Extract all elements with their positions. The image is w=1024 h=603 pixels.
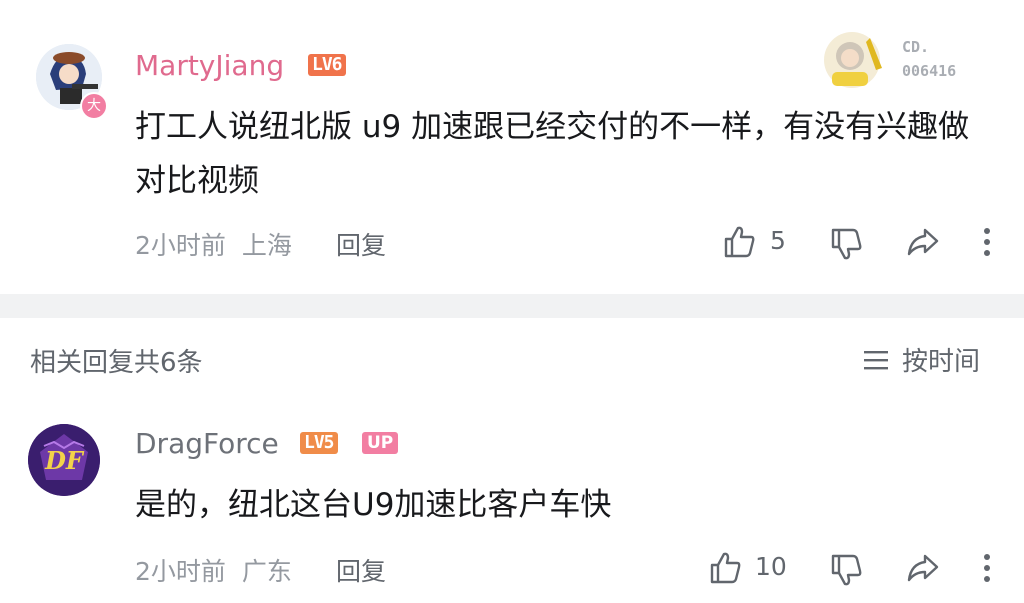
reply-share-icon[interactable] [905,550,941,586]
comment-username[interactable]: MartyJiang [135,50,284,82]
comment-time: 2小时前 上海 [135,226,292,262]
share-icon[interactable] [905,224,941,260]
reply-like-icon[interactable] [708,550,744,586]
up-tag: UP [362,432,399,454]
comment-text: 打工人说纽北版 u9 加速跟已经交付的不一样，有没有兴趣做对比视频 [135,109,970,199]
comment-location: 上海 [241,231,292,260]
like-icon[interactable] [722,224,758,260]
fan-badge[interactable]: CD. 006416 [820,28,980,90]
sort-label: 按时间 [902,347,981,377]
level-badge: LV6 [308,54,346,76]
reply-time: 2小时前 广东 [135,552,292,588]
more-icon[interactable] [980,226,994,258]
sort-icon [864,351,888,370]
reply-timestamp: 2小时前 [135,557,226,586]
like-count: 5 [770,226,786,255]
reply-level-badge: LV5 [300,432,338,454]
avatar-badge: 大 [80,92,108,120]
reply-username[interactable]: DragForce [135,428,279,460]
fan-badge-icon [824,32,882,88]
replies-count-label: 相关回复共6条 [30,348,203,378]
avatar-badge-label: 大 [87,98,101,114]
reply-like-count: 10 [755,552,787,581]
reply-button[interactable]: 回复 [336,226,386,262]
fan-badge-label: CD. [902,38,930,56]
section-divider [0,294,1024,318]
reply-avatar-text: DF [45,446,83,475]
comment-timestamp: 2小时前 [135,231,226,260]
reply-dislike-icon[interactable] [829,552,865,588]
reply-avatar[interactable]: DF [28,424,100,496]
fan-badge-number: 006416 [902,62,957,80]
reply-more-icon[interactable] [980,552,994,584]
reply-location: 广东 [241,557,292,586]
reply-text: 是的，纽北这台U9加速比客户车快 [135,487,612,523]
dislike-icon[interactable] [829,226,865,262]
reply-reply-button[interactable]: 回复 [336,552,386,588]
